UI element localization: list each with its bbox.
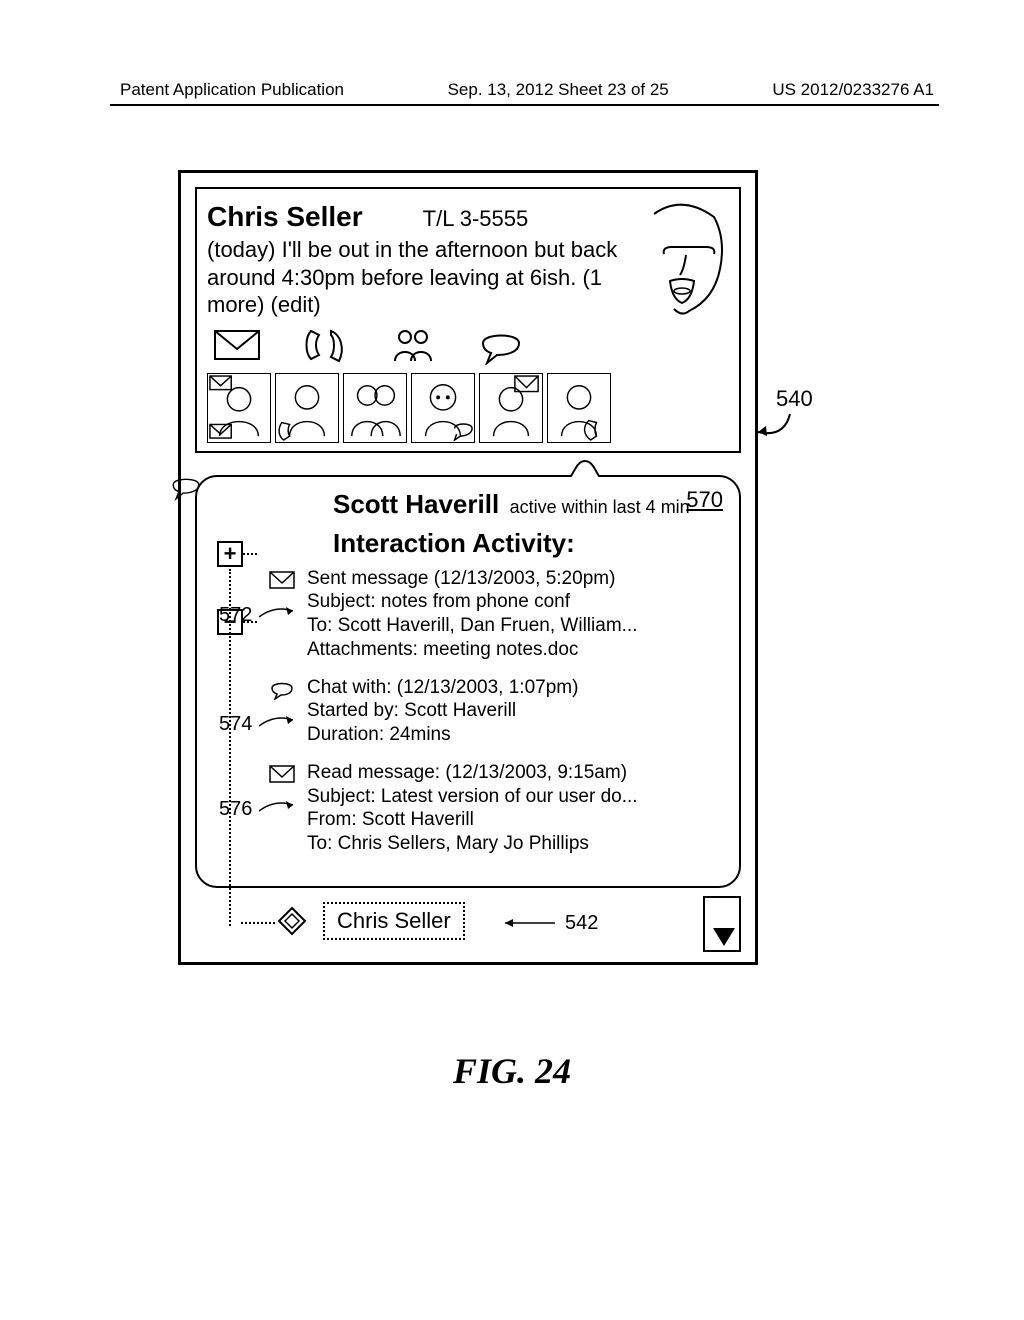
activity-line: Sent message (12/13/2003, 5:20pm) — [307, 567, 723, 591]
phone-icon[interactable] — [301, 325, 349, 365]
header-rule — [110, 104, 939, 106]
figure-caption: FIG. 24 — [0, 1050, 1024, 1092]
chat-icon — [269, 678, 295, 700]
contact-thumbnails — [207, 373, 729, 443]
leader-curve-icon — [754, 412, 794, 440]
ref-574: 574 — [219, 712, 252, 737]
activity-line: Subject: Latest version of our user do..… — [307, 785, 723, 809]
figure: Chris Seller T/L 3-5555 (today) I'll be … — [178, 170, 758, 965]
tree-branch — [241, 922, 275, 924]
page-header: Patent Application Publication Sep. 13, … — [120, 80, 934, 100]
contact-thumb[interactable] — [411, 373, 475, 443]
action-icons — [207, 325, 634, 365]
people-icon[interactable] — [389, 325, 437, 365]
leader-arrow-icon — [259, 605, 299, 619]
activity-line: Chat with: (12/13/2003, 1:07pm) — [307, 676, 723, 700]
expand-button[interactable]: + — [217, 541, 243, 567]
ref-572: 572 — [219, 603, 252, 628]
contact-thumb[interactable] — [343, 373, 407, 443]
activity-line: Attachments: meeting notes.doc — [307, 638, 723, 662]
pub-label: Patent Application Publication — [120, 80, 344, 100]
activity-line: To: Scott Haverill, Dan Fruen, William..… — [307, 614, 723, 638]
activity-item: 574 Chat with: (12/13/2003, 1:07pm) Star… — [273, 676, 723, 747]
scroll-down-button[interactable] — [703, 896, 741, 952]
activity-line: Duration: 24mins — [307, 723, 723, 747]
activity-line: To: Chris Sellers, Mary Jo Phillips — [307, 832, 723, 856]
contact-thumb[interactable] — [479, 373, 543, 443]
ref-542: 542 — [565, 912, 598, 935]
activity-item: 572 Sent message (12/13/2003, 5:20pm) Su… — [273, 567, 723, 662]
leader-arrow-icon — [259, 799, 299, 813]
mail-icon — [269, 569, 295, 591]
profile-name: Chris Seller — [207, 199, 363, 234]
ref-576: 576 — [219, 797, 252, 822]
activity-line: Started by: Scott Haverill — [307, 699, 723, 723]
chat-icon — [169, 471, 203, 506]
leader-arrow-icon — [259, 714, 299, 728]
ref-540: 540 — [776, 386, 813, 412]
section-heading: Interaction Activity: — [333, 528, 723, 559]
device-frame: Chris Seller T/L 3-5555 (today) I'll be … — [178, 170, 758, 965]
diamond-icon — [277, 906, 307, 936]
contact-thumb[interactable] — [207, 373, 271, 443]
mail-icon — [269, 763, 295, 785]
mail-icon[interactable] — [213, 325, 261, 365]
avatar — [634, 199, 729, 319]
tree-branch — [243, 553, 257, 555]
self-entry[interactable]: Chris Seller — [323, 902, 465, 940]
profile-card: Chris Seller T/L 3-5555 (today) I'll be … — [195, 187, 741, 453]
contact-thumb[interactable] — [547, 373, 611, 443]
leader-arrow-icon — [495, 916, 555, 930]
contact-name: Scott Haverill — [333, 489, 499, 519]
activity-line: From: Scott Haverill — [307, 808, 723, 832]
chevron-down-icon — [713, 928, 735, 946]
profile-tl: T/L 3-5555 — [423, 205, 529, 233]
bottom-row: Chris Seller 542 — [195, 898, 741, 948]
activity-item: 576 Read message: (12/13/2003, 9:15am) S… — [273, 761, 723, 856]
ref-570: 570 — [686, 487, 723, 513]
interaction-callout: + − 570 Scott Haverill active within las… — [195, 475, 741, 888]
profile-status: (today) I'll be out in the afternoon but… — [207, 236, 634, 319]
chat-icon[interactable] — [477, 325, 525, 365]
pub-number: US 2012/0233276 A1 — [772, 80, 934, 100]
sheet-info: Sep. 13, 2012 Sheet 23 of 25 — [448, 80, 669, 100]
active-status: active within last 4 min — [510, 497, 690, 517]
callout-pointer-icon — [567, 459, 603, 479]
activity-line: Subject: notes from phone conf — [307, 590, 723, 614]
activity-line: Read message: (12/13/2003, 9:15am) — [307, 761, 723, 785]
contact-thumb[interactable] — [275, 373, 339, 443]
